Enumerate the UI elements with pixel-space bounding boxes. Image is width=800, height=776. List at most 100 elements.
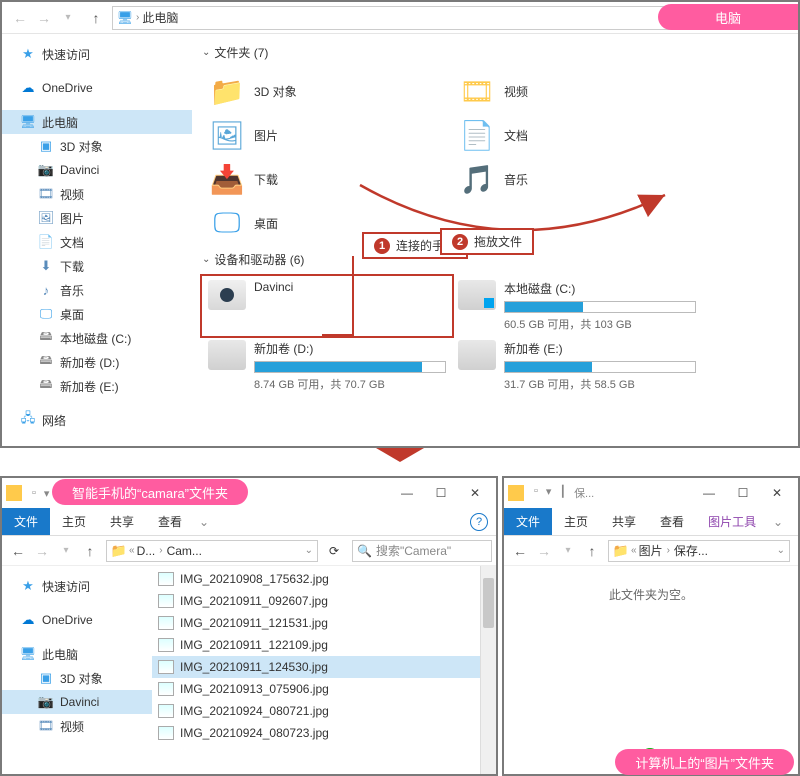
explorer-window-top: ← → ▾ ↑ 🖥 › 此电脑 ⌄ ⟳ 电脑 ★快速访问 ☁OneDrive 🖥…: [0, 0, 800, 448]
section-folders-header[interactable]: ⌄文件夹 (7): [202, 44, 788, 61]
star-icon: ★: [20, 46, 36, 62]
sidebar-network[interactable]: 🖧网络: [2, 408, 192, 432]
sidebar-this-pc[interactable]: 🖥此电脑: [2, 642, 152, 666]
ribbon-expand[interactable]: ⌄: [194, 508, 214, 535]
tab-home[interactable]: 主页: [552, 508, 600, 535]
sidebar-item-docs[interactable]: 📄文档: [2, 230, 192, 254]
annotation-pill-camera: 智能手机的“camara”文件夹: [52, 479, 248, 505]
sidebar-item-pictures[interactable]: 🖼图片: [2, 206, 192, 230]
back-button[interactable]: ←: [508, 539, 532, 563]
breadcrumb-current[interactable]: 此电脑: [142, 9, 178, 26]
help-button[interactable]: ?: [470, 513, 488, 531]
sidebar-item-downloads[interactable]: ⬇下载: [2, 254, 192, 278]
address-bar[interactable]: 📁 « 图片 › 保存... ⌄: [608, 540, 790, 562]
minimize-button[interactable]: —: [390, 482, 424, 504]
file-row[interactable]: IMG_20210913_075906.jpg: [152, 678, 480, 700]
tab-file[interactable]: 文件: [504, 508, 552, 535]
close-button[interactable]: ✕: [458, 482, 492, 504]
tab-share[interactable]: 共享: [98, 508, 146, 535]
cube-icon: ▣: [38, 138, 54, 154]
desktop-icon: 🖵: [38, 306, 54, 322]
sidebar-quick-access[interactable]: ★快速访问: [2, 42, 192, 66]
callout-line: [352, 256, 354, 336]
file-row[interactable]: IMG_20210924_080723.jpg: [152, 722, 480, 744]
minimize-button[interactable]: —: [692, 482, 726, 504]
close-button[interactable]: ✕: [760, 482, 794, 504]
address-bar[interactable]: 📁 « D... › Cam... ⌄: [106, 540, 318, 562]
folder-3d[interactable]: 📁3D 对象: [202, 69, 452, 113]
qat-icon[interactable]: ▫: [534, 485, 538, 501]
chevron-down-icon[interactable]: ⌄: [305, 545, 313, 556]
forward-button[interactable]: →: [30, 539, 54, 563]
recent-dropdown[interactable]: ▾: [56, 6, 80, 30]
tab-view[interactable]: 查看: [648, 508, 696, 535]
drive-e[interactable]: 新加卷 (E:)31.7 GB 可用，共 58.5 GB: [452, 336, 702, 396]
up-button[interactable]: ↑: [84, 6, 108, 30]
scrollbar[interactable]: [480, 566, 496, 774]
sidebar-item-video[interactable]: 🎞视频: [2, 714, 152, 738]
pc-icon: 🖥: [20, 114, 36, 130]
image-thumb-icon: [158, 660, 174, 674]
sidebar-onedrive[interactable]: ☁OneDrive: [2, 608, 152, 632]
desktop-icon: 🖵: [208, 204, 246, 242]
sidebar-quick-access[interactable]: ★快速访问: [2, 574, 152, 598]
forward-button[interactable]: →: [32, 6, 56, 30]
recent-dropdown[interactable]: ▾: [54, 539, 78, 563]
maximize-button[interactable]: ☐: [424, 482, 458, 504]
qat-icon[interactable]: ▾: [546, 485, 552, 501]
disk-icon: 🖴: [38, 330, 54, 346]
sidebar-item-3d[interactable]: ▣3D 对象: [2, 134, 192, 158]
back-button[interactable]: ←: [6, 539, 30, 563]
sidebar-item-video[interactable]: 🎞视频: [2, 182, 192, 206]
sidebar-item-davinci[interactable]: 📷Davinci: [2, 690, 152, 714]
bottom-row: 智能手机的“camara”文件夹 ▫▾ — ☐ ✕ 文件 主页 共享 查看 ⌄ …: [0, 476, 800, 776]
folder-videos[interactable]: 🎞视频: [452, 69, 702, 113]
file-row[interactable]: IMG_20210908_175632.jpg: [152, 568, 480, 590]
folder-documents[interactable]: 📄文档: [452, 113, 702, 157]
sidebar-item-music[interactable]: ♪音乐: [2, 278, 192, 302]
sidebar-item-c[interactable]: 🖴本地磁盘 (C:): [2, 326, 192, 350]
sidebar-item-desktop[interactable]: 🖵桌面: [2, 302, 192, 326]
sidebar-item-d[interactable]: 🖴新加卷 (D:): [2, 350, 192, 374]
scrollbar-thumb[interactable]: [483, 578, 494, 628]
file-row[interactable]: IMG_20210911_122109.jpg: [152, 634, 480, 656]
file-row[interactable]: IMG_20210924_080721.jpg: [152, 700, 480, 722]
folder-icon: 📁: [111, 543, 127, 559]
tab-picture-tools[interactable]: 图片工具: [696, 508, 768, 535]
chevron-down-icon[interactable]: ⌄: [777, 545, 785, 556]
file-row[interactable]: IMG_20210911_092607.jpg: [152, 590, 480, 612]
drive-d[interactable]: 新加卷 (D:)8.74 GB 可用，共 70.7 GB: [202, 336, 452, 396]
file-row-selected[interactable]: IMG_20210911_124530.jpg: [152, 656, 480, 678]
forward-button[interactable]: →: [532, 539, 556, 563]
drive-c[interactable]: 本地磁盘 (C:)60.5 GB 可用，共 103 GB: [452, 276, 702, 336]
sidebar-item-3d[interactable]: ▣3D 对象: [2, 666, 152, 690]
sidebar-item-e[interactable]: 🖴新加卷 (E:): [2, 374, 192, 398]
maximize-button[interactable]: ☐: [726, 482, 760, 504]
folder-music[interactable]: 🎵音乐: [452, 157, 702, 201]
qat-icon[interactable]: ▫: [32, 487, 36, 500]
film-icon: 🎞: [38, 718, 54, 734]
tab-file[interactable]: 文件: [2, 508, 50, 535]
search-input[interactable]: 🔍搜索"Camera": [352, 540, 492, 562]
drive-davinci[interactable]: Davinci: [202, 276, 452, 336]
file-list[interactable]: IMG_20210908_175632.jpg IMG_20210911_092…: [152, 566, 480, 774]
tab-home[interactable]: 主页: [50, 508, 98, 535]
sidebar-onedrive[interactable]: ☁OneDrive: [2, 76, 192, 100]
up-button[interactable]: ↑: [580, 539, 604, 563]
refresh-button[interactable]: ⟳: [322, 539, 346, 563]
back-button[interactable]: ←: [8, 6, 32, 30]
sidebar-this-pc[interactable]: 🖥此电脑: [2, 110, 192, 134]
sidebar: ★快速访问 ☁OneDrive 🖥此电脑 ▣3D 对象 📷Davinci 🎞视频: [2, 566, 152, 774]
folder-pictures[interactable]: 🖼图片: [202, 113, 452, 157]
file-row[interactable]: IMG_20210911_121531.jpg: [152, 612, 480, 634]
up-button[interactable]: ↑: [78, 539, 102, 563]
qat-icon[interactable]: ▾: [44, 487, 50, 500]
image-thumb-icon: [158, 726, 174, 740]
tab-share[interactable]: 共享: [600, 508, 648, 535]
ribbon-expand[interactable]: ⌄: [768, 508, 788, 535]
folder-downloads[interactable]: 📥下载: [202, 157, 452, 201]
tab-view[interactable]: 查看: [146, 508, 194, 535]
recent-dropdown[interactable]: ▾: [556, 539, 580, 563]
sidebar-item-davinci[interactable]: 📷Davinci: [2, 158, 192, 182]
chevron-right-icon: ›: [136, 12, 139, 23]
